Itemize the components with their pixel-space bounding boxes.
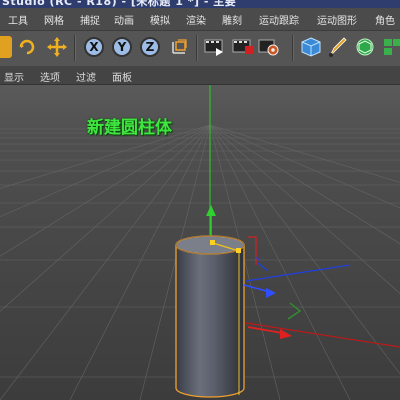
render-picture-viewer-icon[interactable]: [232, 36, 254, 58]
menu-item-mograph[interactable]: 运动图形: [317, 12, 357, 27]
perspective-viewport[interactable]: [0, 85, 400, 400]
scale-tool-icon[interactable]: [0, 36, 12, 58]
height-handle-point[interactable]: [236, 248, 241, 253]
menu-item-motion-tracking[interactable]: 运动跟踪: [259, 12, 299, 27]
array-object-icon[interactable]: [382, 36, 400, 58]
z-axis-lock-button[interactable]: Z: [140, 37, 160, 57]
menu-item-mesh[interactable]: 网格: [44, 12, 64, 27]
toolbar-separator: [74, 35, 76, 61]
menu-item-snap[interactable]: 捕捉: [80, 12, 100, 27]
render-view-icon[interactable]: [204, 36, 226, 58]
viewport-menu-filter[interactable]: 过滤: [76, 69, 96, 84]
move-tool-icon[interactable]: [46, 36, 68, 58]
spline-pen-icon[interactable]: [326, 36, 348, 58]
menu-item-character[interactable]: 角色: [375, 12, 395, 27]
menu-item-sculpt[interactable]: 雕刻: [222, 12, 242, 27]
window-title: Studio (RC - R18) - [未标题 1 *] - 主要: [2, 0, 237, 8]
cube-object-icon[interactable]: [300, 36, 322, 58]
command-toolbar: X Y Z: [0, 31, 400, 67]
menu-item-tools[interactable]: 工具: [8, 12, 28, 27]
rotate-tool-icon[interactable]: [16, 36, 38, 58]
render-settings-icon[interactable]: [258, 36, 280, 58]
menu-item-simulate[interactable]: 模拟: [150, 12, 170, 27]
viewport-menu-bar: 显示 选项 过滤 面板: [0, 66, 400, 85]
window-title-bar: Studio (RC - R18) - [未标题 1 *] - 主要: [0, 0, 400, 8]
viewport-menu-panel[interactable]: 面板: [112, 69, 132, 84]
menu-item-render[interactable]: 渲染: [186, 12, 206, 27]
coordinate-system-icon[interactable]: [168, 36, 190, 58]
toolbar-separator: [196, 35, 198, 61]
x-axis-lock-button[interactable]: X: [84, 37, 104, 57]
toolbar-separator: [292, 35, 294, 61]
radius-handle-point[interactable]: [210, 240, 215, 245]
subdivision-surface-icon[interactable]: [354, 36, 376, 58]
cylinder-object[interactable]: [175, 235, 245, 398]
main-menu-bar: 工具 网格 捕捉 动画 模拟 渲染 雕刻 运动跟踪 运动图形 角色: [0, 8, 400, 31]
y-axis-lock-button[interactable]: Y: [112, 37, 132, 57]
tutorial-annotation: 新建圆柱体: [87, 118, 172, 138]
viewport-menu-display[interactable]: 显示: [4, 69, 24, 84]
viewport-menu-options[interactable]: 选项: [40, 69, 60, 84]
menu-item-animate[interactable]: 动画: [114, 12, 134, 27]
